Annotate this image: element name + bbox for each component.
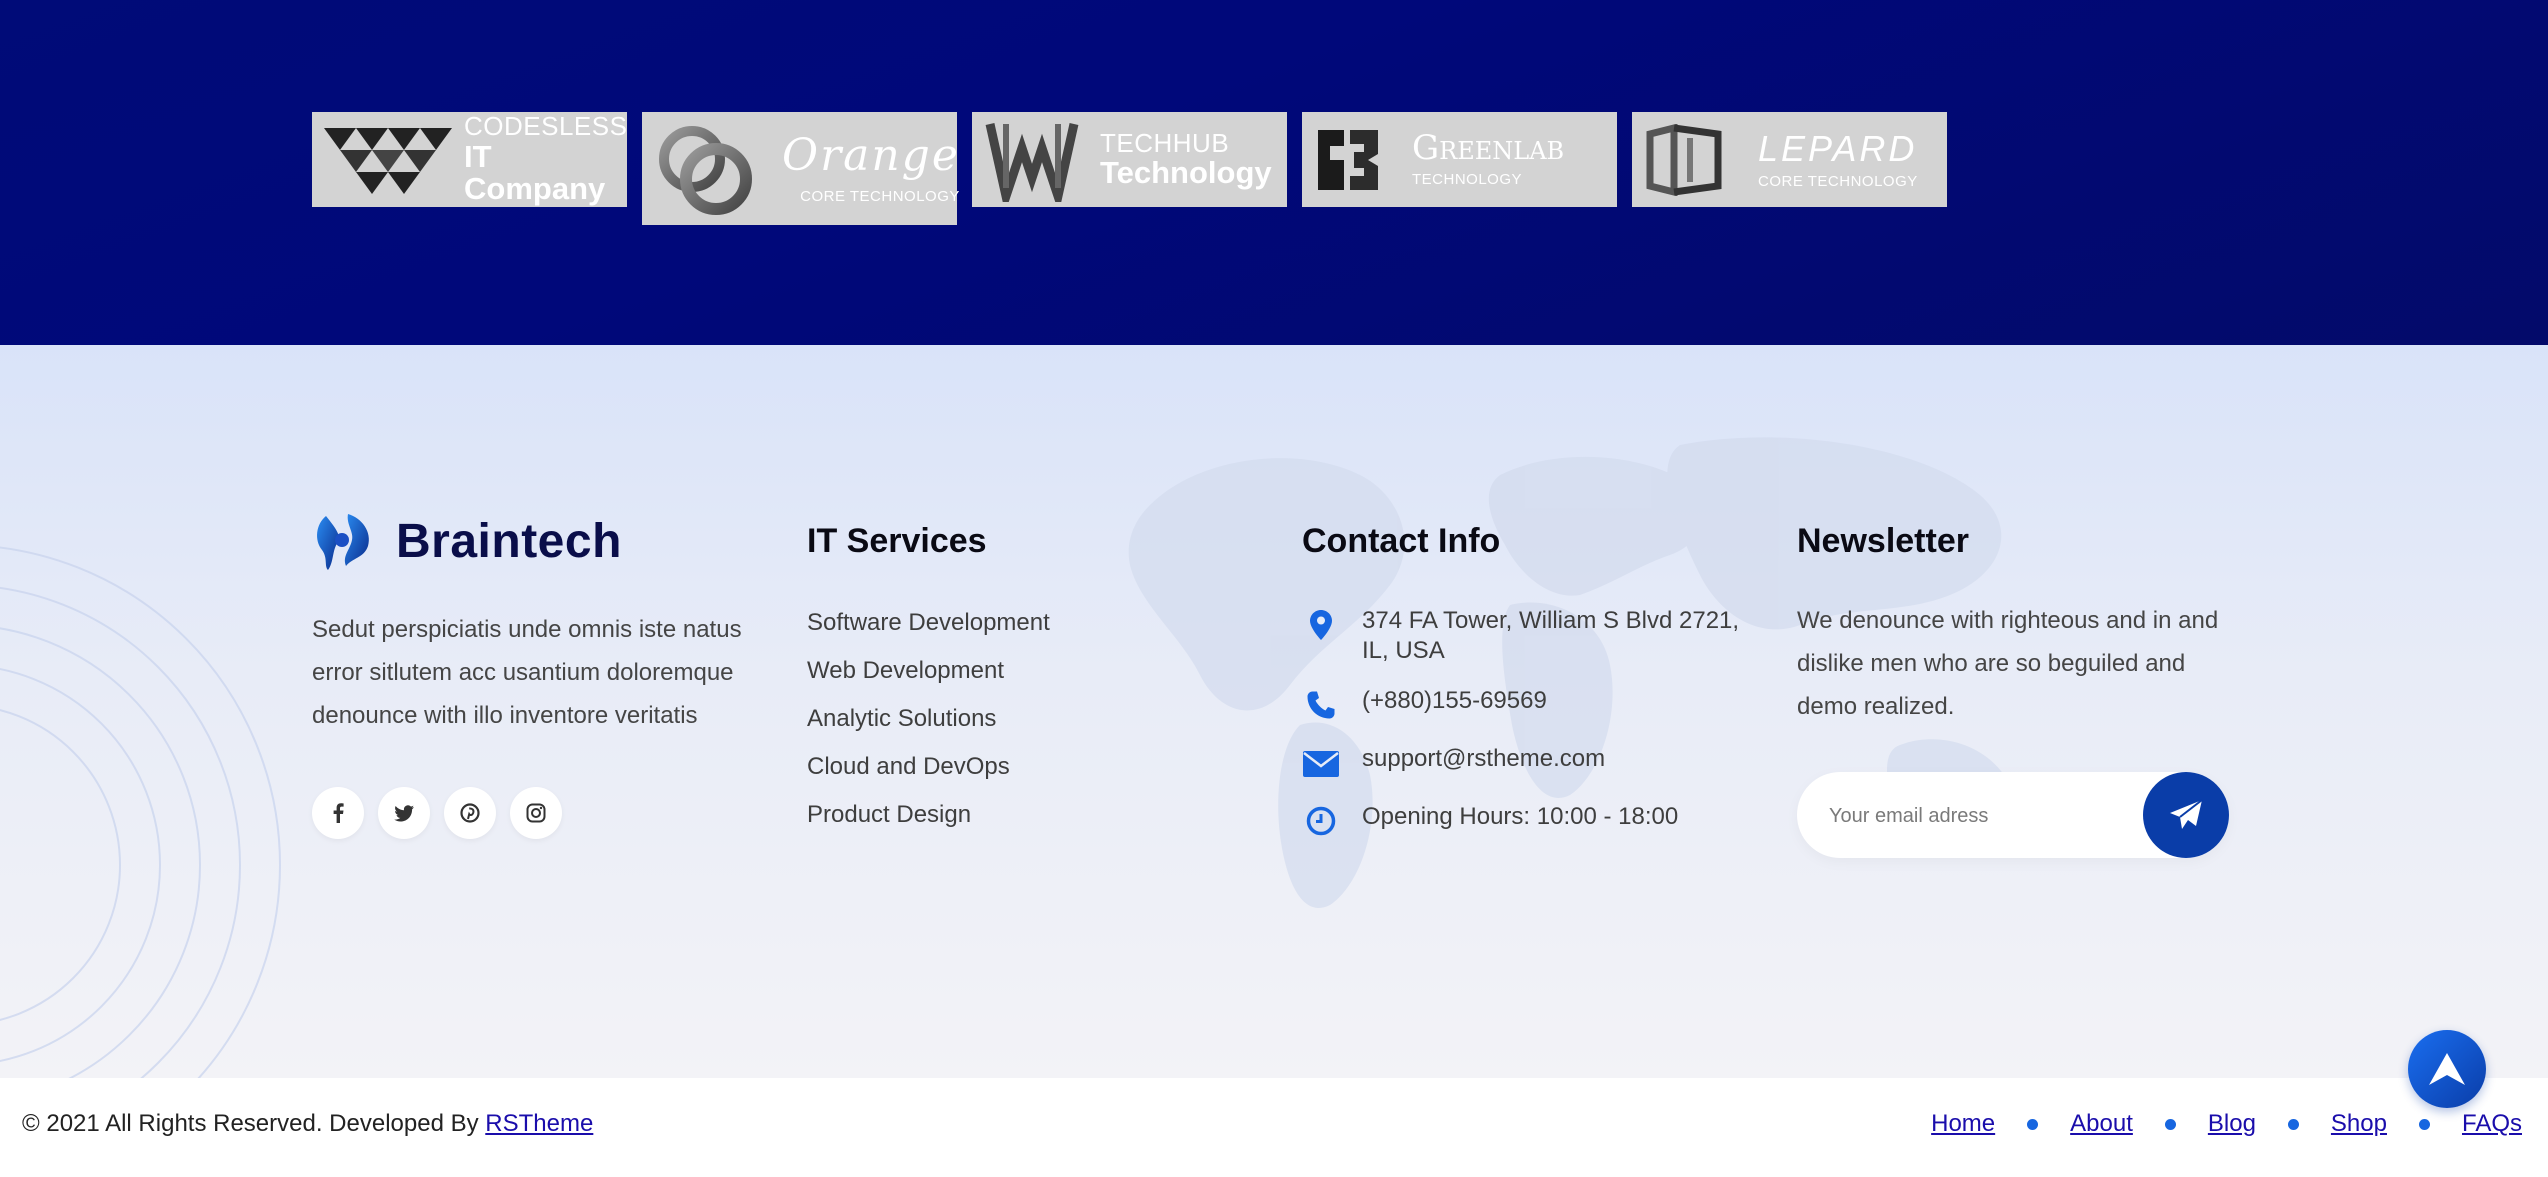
rings-logo-mark [659,125,752,215]
partner-line2: Technology [1100,154,1272,190]
nav-separator-dot [2027,1118,2039,1130]
frame-logo-mark [1646,123,1722,196]
contact-hours: Opening Hours: 10:00 - 18:00 [1302,802,1752,840]
partner-logo-codesless[interactable]: CODESLESS IT Company [312,112,627,207]
partner-logo-greenlab[interactable]: Greenlab TECHNOLOGY [1302,112,1617,207]
newsletter-text: We denounce with righteous and in and di… [1797,607,2219,720]
service-link[interactable]: Analytic Solutions [807,695,1050,743]
facebook-icon [333,803,344,823]
brand-about-text: Sedut perspiciatis unde omnis iste natus… [312,616,742,729]
w-logo-mark [985,122,1079,202]
footer-bottom-bar: © 2021 All Rights Reserved. Developed By… [0,1078,2548,1177]
newsletter-form [1797,772,2229,858]
email-text[interactable]: support@rstheme.com [1362,744,1752,774]
braintech-logo-icon [317,514,369,570]
footer-brand-column: Braintech Sedut perspiciatis unde omnis … [312,510,762,839]
contact-phone: (+880)155-69569 [1302,686,1752,724]
pinterest-link[interactable] [444,787,496,839]
twitter-link[interactable] [378,787,430,839]
footer-nav-blog[interactable]: Blog [2208,1110,2256,1138]
partner-line2: IT Company [464,138,606,207]
brand-logo[interactable]: Braintech [312,510,762,572]
envelope-icon [1303,751,1339,777]
copyright-text: © 2021 All Rights Reserved. Developed By [22,1110,479,1137]
contact-list: 374 FA Tower, William S Blvd 2721, IL, U… [1302,606,1752,840]
contact-email: support@rstheme.com [1302,744,1752,782]
brand-name: Braintech [396,514,622,568]
contact-address: 374 FA Tower, William S Blvd 2721, IL, U… [1302,606,1752,666]
clock-icon [1306,806,1336,836]
triangles-logo-mark [324,127,452,194]
newsletter-email-input[interactable] [1827,794,2131,838]
footer-nav: Home About Blog Shop FAQs [1931,1110,2522,1138]
newsletter-title: Newsletter [1797,522,1969,560]
services-title: IT Services [807,522,987,560]
instagram-link[interactable] [510,787,562,839]
map-pin-icon [1310,610,1332,640]
partner-line3: TECHNOLOGY [1412,171,1523,189]
nav-separator-dot [2287,1118,2299,1130]
service-link[interactable]: Web Development [807,647,1050,695]
newsletter-send-button[interactable] [2143,772,2229,858]
services-list: Software Development Web Development Ana… [807,599,1050,839]
footer-contact-column: Contact Info 374 FA Tower, William S Blv… [1302,521,1752,860]
partner-line2: Greenlab [1412,127,1565,168]
partner-logo-techhub[interactable]: TECHHUB Technology [972,112,1287,207]
pinterest-icon [460,803,480,823]
partner-logo-orange[interactable]: Orange CORE TECHNOLOGY [642,112,960,225]
scroll-to-top-button[interactable] [2408,1030,2486,1108]
partner-line2: Orange [782,129,960,181]
footer-main: Braintech Sedut perspiciatis unde omnis … [0,345,2548,1078]
gb-logo-mark [1318,129,1378,190]
instagram-icon [526,803,546,823]
partner-line2: LEPARD [1758,127,1918,169]
facebook-link[interactable] [312,787,364,839]
developer-link[interactable]: RSTheme [485,1110,593,1137]
paper-plane-icon [2170,799,2203,829]
footer-nav-home[interactable]: Home [1931,1110,1995,1138]
hours-text: Opening Hours: 10:00 - 18:00 [1362,803,1679,830]
partners-section: CODESLESS IT Company Orange CORE TECHNOL… [0,0,2548,345]
footer-newsletter-column: Newsletter We denounce with righteous an… [1797,521,2237,858]
copyright: © 2021 All Rights Reserved. Developed By… [22,1110,593,1138]
partner-line3: CORE TECHNOLOGY [800,187,960,205]
footer-services-column: IT Services Software Development Web Dev… [807,521,1050,839]
service-link[interactable]: Software Development [807,599,1050,647]
address-text: 374 FA Tower, William S Blvd 2721, IL, U… [1362,607,1740,664]
twitter-icon [394,804,414,821]
social-links [312,787,762,839]
arrow-up-icon [2429,1053,2465,1085]
nav-separator-dot [2418,1118,2430,1130]
footer-nav-shop[interactable]: Shop [2331,1110,2387,1138]
phone-text[interactable]: (+880)155-69569 [1362,686,1752,716]
footer-nav-faqs[interactable]: FAQs [2462,1110,2522,1138]
footer-nav-about[interactable]: About [2070,1110,2133,1138]
contact-title: Contact Info [1302,522,1501,560]
phone-icon [1307,691,1335,719]
service-link[interactable]: Product Design [807,791,1050,839]
nav-separator-dot [2164,1118,2176,1130]
partner-line1: CODESLESS [464,111,628,142]
partner-logo-lepard[interactable]: LEPARD CORE TECHNOLOGY [1632,112,1947,207]
partner-line3: CORE TECHNOLOGY [1758,172,1918,190]
partner-line1: TECHHUB [1100,127,1230,158]
service-link[interactable]: Cloud and DevOps [807,743,1050,791]
